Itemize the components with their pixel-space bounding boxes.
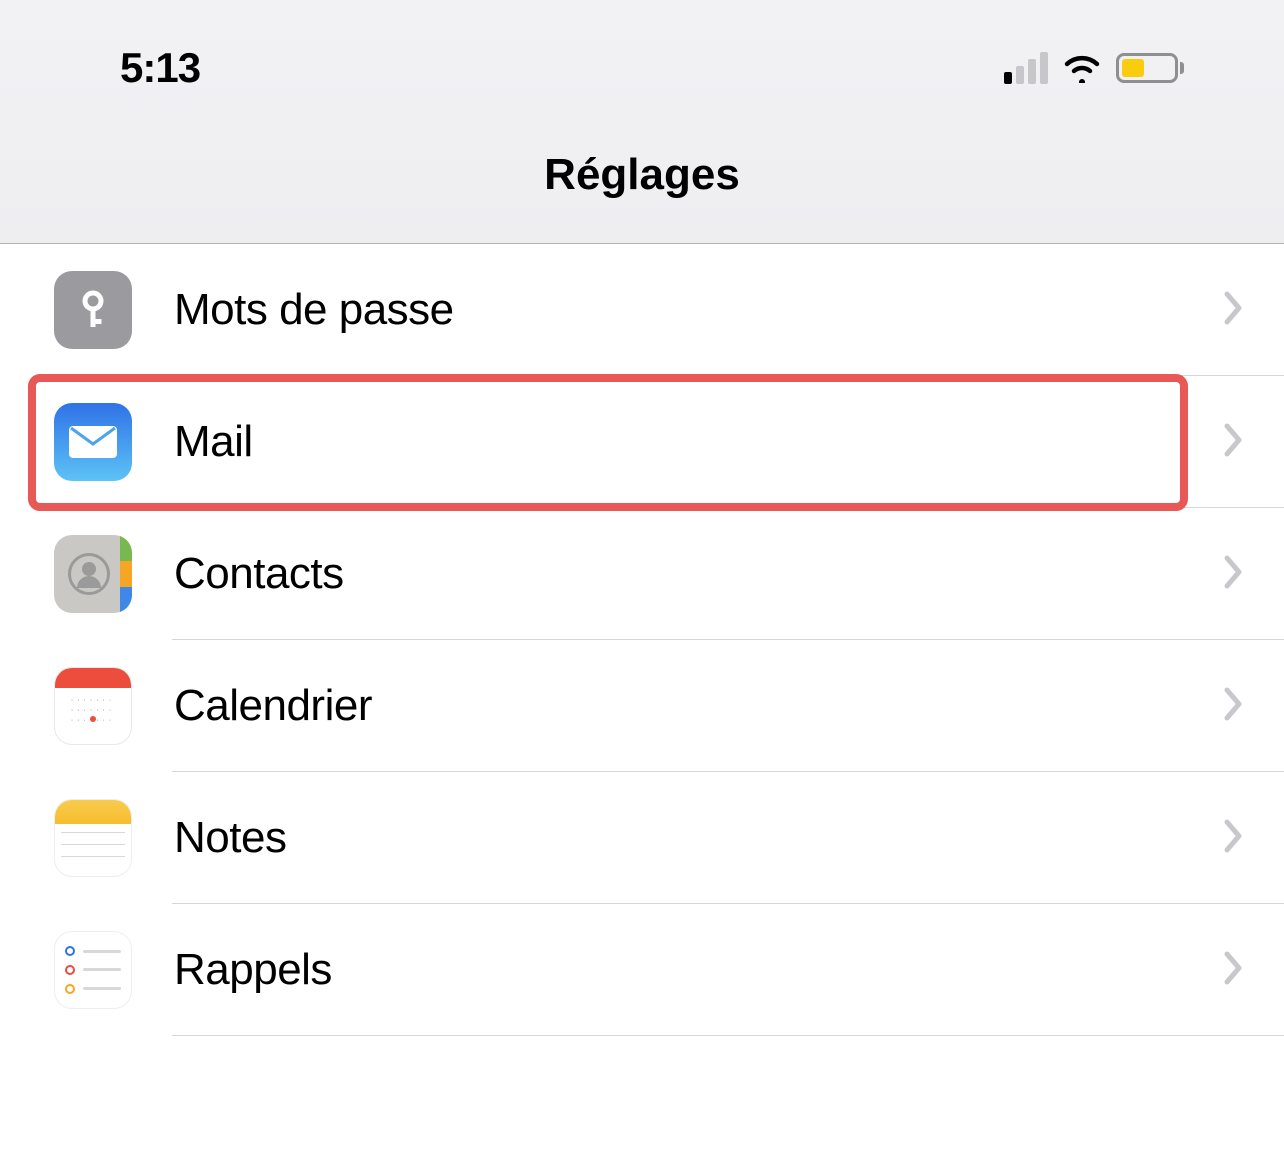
mail-icon (54, 403, 132, 481)
calendar-icon: ····················· (54, 667, 132, 745)
row-label: Rappels (174, 945, 1224, 995)
page-title: Réglages (0, 150, 1284, 200)
battery-icon (1116, 53, 1184, 83)
row-label: Mots de passe (174, 285, 1224, 335)
settings-row-calendar[interactable]: ····················· Calendrier (0, 640, 1284, 772)
reminders-icon (54, 931, 132, 1009)
chevron-right-icon (1224, 555, 1244, 594)
settings-row-reminders[interactable]: Rappels (0, 904, 1284, 1036)
chevron-right-icon (1224, 951, 1244, 990)
contacts-icon (54, 535, 132, 613)
header: 5:13 Réglages (0, 0, 1284, 244)
settings-list: Mots de passe Mail Contacts ··· (0, 244, 1284, 1036)
settings-row-mail[interactable]: Mail (0, 376, 1284, 508)
settings-row-contacts[interactable]: Contacts (0, 508, 1284, 640)
row-label: Calendrier (174, 681, 1224, 731)
chevron-right-icon (1224, 423, 1244, 462)
row-label: Notes (174, 813, 1224, 863)
chevron-right-icon (1224, 291, 1244, 330)
cell-signal-icon (1004, 52, 1048, 84)
notes-icon (54, 799, 132, 877)
settings-row-notes[interactable]: Notes (0, 772, 1284, 904)
status-icons (1004, 52, 1184, 84)
settings-row-passwords[interactable]: Mots de passe (0, 244, 1284, 376)
key-icon (54, 271, 132, 349)
status-bar: 5:13 (0, 0, 1284, 100)
row-label: Mail (174, 417, 1224, 467)
status-time: 5:13 (120, 44, 200, 92)
chevron-right-icon (1224, 819, 1244, 858)
chevron-right-icon (1224, 687, 1244, 726)
wifi-icon (1062, 53, 1102, 83)
row-label: Contacts (174, 549, 1224, 599)
